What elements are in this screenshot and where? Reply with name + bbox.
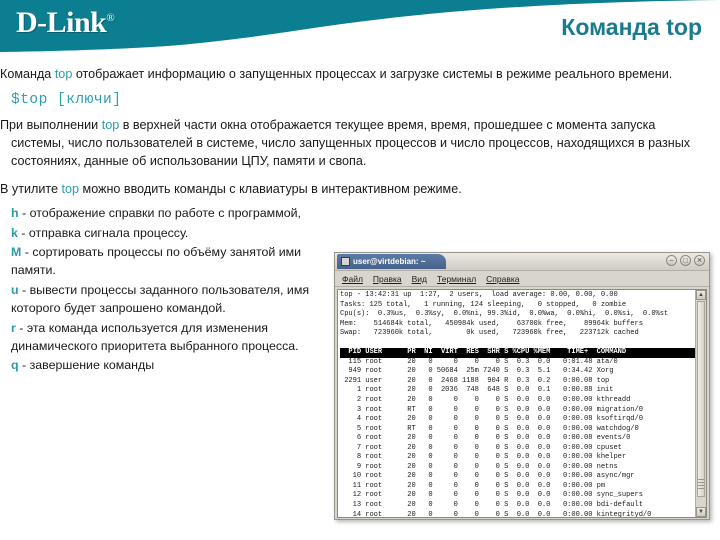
terminal-menubar: Файл Правка Вид Терминал Справка bbox=[335, 271, 709, 287]
minimize-icon: – bbox=[669, 257, 674, 264]
key-desc: - эта команда используется для изменения… bbox=[11, 320, 299, 353]
top-summary-line: Cpu(s): 0.3%us, 0.3%sy, 0.0%ni, 99.3%id,… bbox=[340, 310, 669, 319]
keyword-top: top bbox=[54, 67, 73, 81]
close-icon: ✕ bbox=[696, 257, 703, 264]
key-label: k bbox=[11, 225, 18, 240]
top-summary-line: Mem: 514684k total, 450984k used, 63700k… bbox=[340, 319, 643, 328]
menu-item-help[interactable]: Справка bbox=[486, 274, 519, 284]
process-row: 8 root 20 0 0 0 0 S 0.0 0.0 0:00.00 khel… bbox=[340, 453, 627, 462]
page-title: Команда top bbox=[561, 14, 702, 40]
terminal-title-tab[interactable]: user@virtdebian: ~ bbox=[337, 254, 446, 269]
key-label: u bbox=[11, 282, 19, 297]
top-summary-line: top - 13:42:31 up 1:27, 2 users, load av… bbox=[340, 291, 618, 299]
maximize-button[interactable]: □ bbox=[680, 255, 691, 266]
paragraph-1-after: отображает информацию о запущенных проце… bbox=[72, 67, 673, 81]
menu-item-view[interactable]: Вид bbox=[412, 274, 427, 284]
scroll-down-icon[interactable]: ▼ bbox=[696, 507, 706, 517]
process-row: 7 root 20 0 0 0 0 S 0.0 0.0 0:00.00 cpus… bbox=[340, 443, 622, 452]
menu-item-file[interactable]: Файл bbox=[342, 274, 363, 284]
terminal-window-screenshot: user@virtdebian: ~ – □ ✕ Файл Правка Вид… bbox=[334, 252, 710, 520]
terminal-titlebar: user@virtdebian: ~ – □ ✕ bbox=[335, 253, 709, 271]
scrollbar-grip bbox=[698, 479, 704, 491]
interactive-keys-list: h - отображение справки по работе с прог… bbox=[0, 204, 320, 375]
terminal-icon bbox=[341, 257, 350, 266]
paragraph-3: В утилите top можно вводить команды с кл… bbox=[0, 181, 720, 199]
key-item-h: h - отображение справки по работе с прог… bbox=[11, 204, 320, 222]
keyword-top: top bbox=[61, 181, 80, 196]
top-summary-line: Swap: 723960k total, 0k used, 723960k fr… bbox=[340, 329, 639, 338]
key-item-k: k - отправка сигнала процессу. bbox=[11, 224, 320, 242]
window-controls: – □ ✕ bbox=[666, 255, 705, 266]
process-row: 115 root 20 0 0 0 0 S 0.3 0.0 0:01.48 at… bbox=[340, 357, 618, 366]
process-row: 1 root 20 0 2036 748 648 S 0.0 0.1 0:00.… bbox=[340, 386, 614, 395]
key-desc: - отправка сигнала процессу. bbox=[17, 225, 189, 240]
process-row: 5 root RT 0 0 0 0 S 0.0 0.0 0:00.00 watc… bbox=[340, 424, 639, 433]
paragraph-3-after: можно вводить команды с клавиатуры в инт… bbox=[79, 181, 462, 196]
paragraph-1: Команда top отображает информацию о запу… bbox=[0, 66, 720, 84]
key-item-q: q - завершение команды bbox=[11, 356, 320, 374]
key-item-r: r - эта команда используется для изменен… bbox=[11, 319, 320, 356]
paragraph-2: При выполнении top в верхней части окна … bbox=[0, 117, 720, 171]
key-item-M: M - сортировать процессы по объёму занят… bbox=[11, 243, 320, 280]
process-row: 11 root 20 0 0 0 0 S 0.0 0.0 0:00.00 pm bbox=[340, 481, 606, 490]
dlink-logo: D-Link® bbox=[16, 6, 115, 39]
key-item-u: u - вывести процессы заданного пользоват… bbox=[11, 281, 320, 318]
close-button[interactable]: ✕ bbox=[694, 255, 705, 266]
process-row: 2291 user 20 0 2468 1188 904 R 0.3 0.2 0… bbox=[340, 376, 610, 385]
keyword-top: top bbox=[101, 117, 120, 132]
process-row: 9 root 20 0 0 0 0 S 0.0 0.0 0:00.00 netn… bbox=[340, 462, 618, 471]
top-summary-line: Tasks: 125 total, 1 running, 124 sleepin… bbox=[340, 300, 627, 309]
scrollbar-thumb[interactable] bbox=[697, 301, 705, 497]
terminal-scrollbar[interactable]: ▲ ▼ bbox=[695, 290, 706, 517]
key-desc: - вывести процессы заданного пользовател… bbox=[11, 282, 310, 316]
maximize-icon: □ bbox=[683, 257, 688, 264]
logo-text: D-Link bbox=[16, 6, 107, 39]
paragraph-2-before: При выполнении bbox=[0, 117, 102, 132]
menu-item-terminal[interactable]: Терминал bbox=[437, 274, 476, 284]
process-row: 6 root 20 0 0 0 0 S 0.0 0.0 0:00.08 even… bbox=[340, 434, 631, 443]
paragraph-1-before: Команда bbox=[0, 67, 55, 81]
process-row: 14 root 20 0 0 0 0 S 0.0 0.0 0:00.00 kin… bbox=[340, 510, 652, 517]
process-row: 13 root 20 0 0 0 0 S 0.0 0.0 0:00.00 bdi… bbox=[340, 501, 643, 510]
terminal-text: top - 13:42:31 up 1:27, 2 users, load av… bbox=[338, 290, 695, 517]
minimize-button[interactable]: – bbox=[666, 255, 677, 266]
key-desc: - завершение команды bbox=[18, 358, 155, 373]
terminal-title-text: user@virtdebian: ~ bbox=[353, 257, 426, 266]
key-desc: - сортировать процессы по объёму занятой… bbox=[11, 245, 302, 278]
process-row: 4 root 20 0 0 0 0 S 0.0 0.0 0:00.08 ksof… bbox=[340, 415, 643, 424]
page-header: D-Link® Команда top bbox=[0, 0, 720, 58]
registered-mark: ® bbox=[106, 12, 115, 24]
key-desc: - отображение справки по работе с програ… bbox=[18, 206, 301, 221]
process-row: 3 root RT 0 0 0 0 S 0.0 0.0 0:00.00 migr… bbox=[340, 405, 643, 414]
scroll-up-icon[interactable]: ▲ bbox=[696, 290, 706, 300]
key-label: M bbox=[11, 245, 22, 260]
command-syntax: $top [ключи] bbox=[11, 91, 122, 108]
process-row: 949 root 20 0 50684 25m 7240 S 0.3 5.1 0… bbox=[340, 367, 614, 376]
menu-item-edit[interactable]: Правка bbox=[373, 274, 402, 284]
process-table-header: PID USER PR NI VIRT RES SHR S %CPU %MEM … bbox=[340, 348, 695, 358]
process-row: 12 root 20 0 0 0 0 S 0.0 0.0 0:00.00 syn… bbox=[340, 491, 643, 500]
process-row: 10 root 20 0 0 0 0 S 0.0 0.0 0:00.00 asy… bbox=[340, 472, 635, 481]
process-row: 2 root 20 0 0 0 0 S 0.0 0.0 0:00.00 kthr… bbox=[340, 396, 631, 405]
paragraph-3-before: В утилите bbox=[0, 181, 62, 196]
key-label: q bbox=[11, 358, 19, 373]
key-label: h bbox=[11, 206, 19, 221]
terminal-output-area[interactable]: top - 13:42:31 up 1:27, 2 users, load av… bbox=[337, 289, 707, 518]
